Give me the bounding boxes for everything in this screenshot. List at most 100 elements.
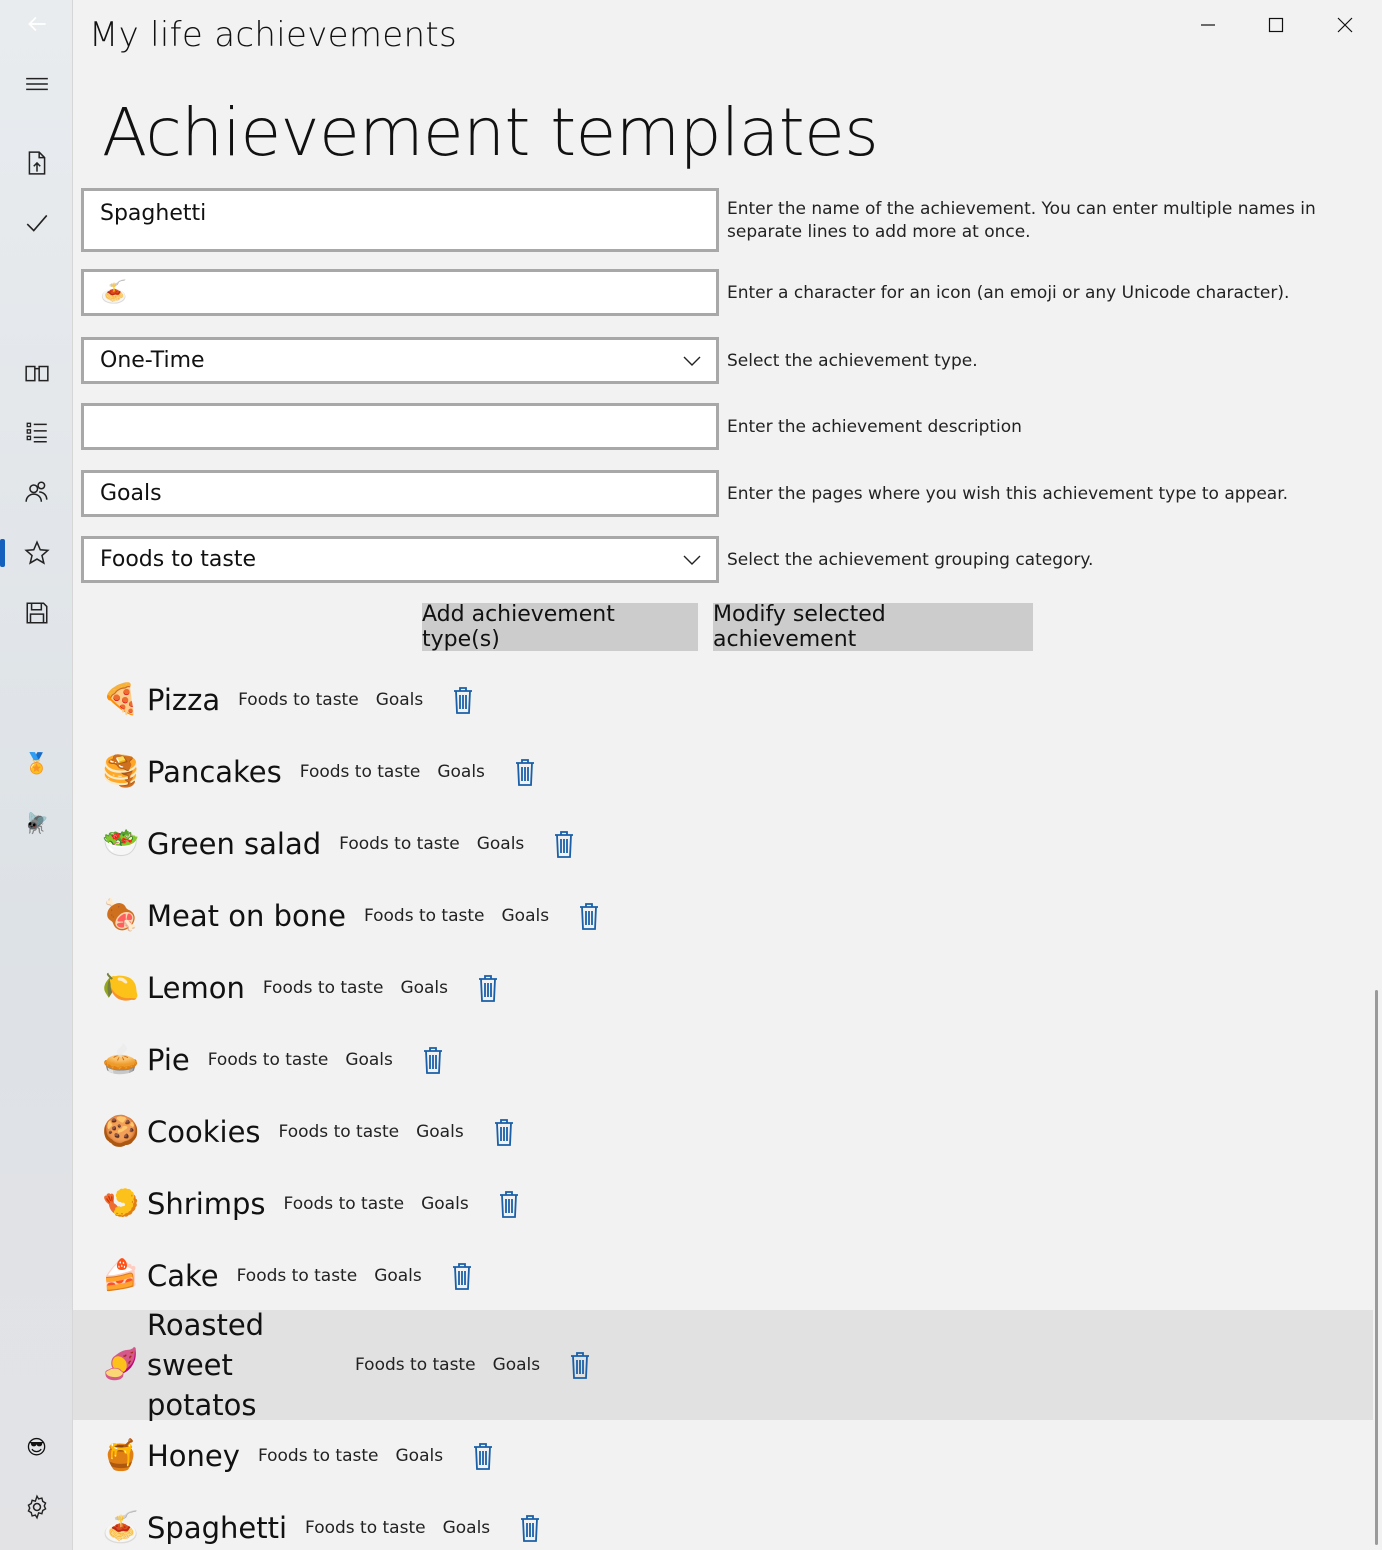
description-hint: Enter the achievement description — [727, 417, 1022, 437]
achievement-pages: Goals — [442, 1518, 491, 1538]
minimize-button[interactable] — [1174, 0, 1242, 50]
list-item[interactable]: 🍝 Spaghetti Foods to taste Goals — [73, 1492, 1373, 1550]
achievement-category: Foods to taste — [257, 1446, 379, 1466]
delete-button[interactable] — [566, 1349, 594, 1381]
achievement-category: Foods to taste — [339, 834, 460, 854]
achievement-name: Green salad — [147, 827, 322, 861]
list-item[interactable]: 🍰 Cake Foods to taste Goals — [73, 1240, 1373, 1312]
sidebar-item-profile[interactable]: 😎 — [0, 1424, 73, 1472]
delete-button[interactable] — [419, 1044, 447, 1076]
sunglasses-face-icon: 😎 — [26, 1437, 47, 1459]
scrollbar[interactable] — [1375, 990, 1378, 1545]
close-button[interactable] — [1311, 0, 1379, 50]
chevron-down-icon — [683, 555, 701, 565]
achievement-category: Foods to taste — [305, 1518, 426, 1538]
chevron-down-icon — [683, 356, 701, 366]
star-icon — [23, 540, 50, 565]
medal-icon: 🏅 — [24, 753, 49, 775]
achievement-pages: Goals — [416, 1122, 464, 1142]
delete-button[interactable] — [449, 684, 477, 716]
list-item[interactable]: 🍠 Roasted sweet potatos Foods to taste Goal… — [73, 1308, 1373, 1422]
delete-button[interactable] — [550, 828, 578, 860]
sidebar-item-medal[interactable]: 🏅 — [0, 740, 73, 788]
achievement-name: Roasted sweet potatos — [147, 1308, 265, 1422]
achievement-category: Foods to taste — [262, 978, 384, 998]
pages-hint: Enter the pages where you wish this achi… — [727, 484, 1289, 504]
achievement-pages: Goals — [492, 1355, 541, 1375]
achievement-name: Lemon — [147, 971, 245, 1005]
achievement-category: Foods to taste — [355, 1355, 476, 1375]
sidebar-item-book[interactable] — [0, 349, 73, 397]
sidebar-item-list[interactable] — [0, 408, 73, 456]
sidebar-item-fly[interactable]: 🪰 — [0, 800, 73, 848]
delete-button[interactable] — [469, 1440, 497, 1472]
icon-hint: Enter a character for an icon (an emoji … — [727, 283, 1290, 303]
category-dropdown[interactable]: Foods to taste — [81, 536, 719, 583]
delete-button[interactable] — [490, 1116, 518, 1148]
delete-button[interactable] — [575, 900, 603, 932]
description-input[interactable] — [81, 403, 719, 450]
add-achievement-button[interactable]: Add achievement type(s) — [422, 602, 698, 652]
delete-button[interactable] — [495, 1188, 523, 1220]
achievement-icon: 🥗 — [102, 827, 140, 860]
list-item[interactable]: 🥞 Pancakes Foods to taste Goals — [73, 736, 1373, 808]
modify-achievement-button[interactable]: Modify selected achievement — [713, 602, 1033, 652]
pages-input[interactable]: Goals — [81, 470, 719, 517]
save-icon — [25, 602, 48, 624]
achievement-pages: Goals — [476, 834, 525, 854]
achievement-icon: 🍤 — [102, 1187, 140, 1220]
close-icon — [1337, 17, 1353, 33]
achievement-name: Cookies — [147, 1115, 261, 1149]
list-item[interactable]: 🍖 Meat on bone Foods to taste Goals — [73, 880, 1373, 952]
delete-button[interactable] — [511, 756, 539, 788]
back-arrow-icon — [27, 16, 46, 32]
trash-icon — [521, 1515, 540, 1542]
delete-button[interactable] — [448, 1260, 476, 1292]
trash-icon — [571, 1352, 590, 1379]
bulleted-list-icon — [26, 422, 47, 443]
trash-icon — [515, 759, 534, 786]
sidebar-item-people[interactable] — [0, 468, 73, 516]
achievement-icon: 🍝 — [102, 1511, 140, 1544]
sidebar-item-save[interactable] — [0, 589, 73, 637]
achievement-category: Foods to taste — [236, 1266, 358, 1286]
fly-icon: 🪰 — [24, 813, 49, 835]
list-item[interactable]: 🥧 Pie Foods to taste Goals — [73, 1024, 1373, 1096]
checkmark-icon — [26, 214, 47, 232]
name-input[interactable]: Spaghetti — [81, 188, 719, 252]
menu-button[interactable] — [0, 60, 73, 108]
achievement-pages: Goals — [375, 690, 424, 710]
list-item[interactable]: 🍋 Lemon Foods to taste Goals — [73, 952, 1373, 1024]
achievement-icon: 🍋 — [102, 971, 140, 1004]
back-button[interactable] — [0, 0, 73, 48]
achievement-category: Foods to taste — [363, 906, 485, 926]
icon-input[interactable]: 🍝 — [81, 269, 719, 316]
trash-icon — [474, 1443, 493, 1470]
category-hint: Select the achievement grouping category… — [727, 550, 1094, 570]
list-item[interactable]: 🍯 Honey Foods to taste Goals — [73, 1420, 1373, 1492]
achievement-category: Foods to taste — [283, 1194, 405, 1214]
achievement-icon: 🍖 — [102, 899, 140, 932]
trash-icon — [479, 975, 498, 1002]
list-item[interactable]: 🍪 Cookies Foods to taste Goals — [73, 1096, 1373, 1168]
maximize-button[interactable] — [1242, 0, 1310, 50]
sidebar-item-completed[interactable] — [0, 199, 73, 247]
type-dropdown-value: One-Time — [100, 348, 205, 373]
app-title: My life achievements — [89, 15, 457, 55]
achievement-pages: Goals — [395, 1446, 444, 1466]
list-item[interactable]: 🍤 Shrimps Foods to taste Goals — [73, 1168, 1373, 1240]
type-dropdown[interactable]: One-Time — [81, 337, 719, 384]
delete-button[interactable] — [516, 1512, 544, 1544]
category-dropdown-value: Foods to taste — [100, 547, 257, 572]
list-item[interactable]: 🥗 Green salad Foods to taste Goals — [73, 808, 1373, 880]
settings-button[interactable] — [0, 1483, 73, 1531]
trash-icon — [423, 1047, 442, 1074]
delete-button[interactable] — [474, 972, 502, 1004]
open-book-icon — [24, 365, 49, 382]
icon-input-value: 🍝 — [100, 280, 128, 305]
achievement-icon: 🍕 — [102, 683, 140, 716]
list-item[interactable]: 🍕 Pizza Foods to taste Goals — [73, 664, 1373, 736]
sidebar-item-export[interactable] — [0, 139, 73, 187]
sidebar-item-templates[interactable] — [0, 529, 73, 577]
minimize-icon — [1201, 24, 1215, 26]
